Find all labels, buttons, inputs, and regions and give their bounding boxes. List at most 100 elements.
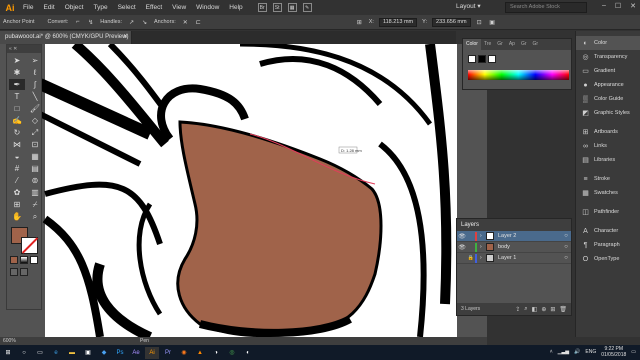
maximize-icon[interactable]: ☐ xyxy=(615,2,621,10)
black-chip[interactable] xyxy=(478,55,486,63)
language-indicator[interactable]: ENG xyxy=(585,349,596,355)
store-icon[interactable]: ▣ xyxy=(81,347,95,359)
menu-type[interactable]: Type xyxy=(88,0,112,15)
menu-object[interactable]: Object xyxy=(60,0,89,15)
none-chip[interactable] xyxy=(468,55,476,63)
dock-color-guide[interactable]: ▒ Color Guide xyxy=(576,92,640,106)
draw-normal-icon[interactable] xyxy=(10,268,18,276)
symbol-sprayer-tool-icon[interactable]: ✿ xyxy=(9,187,25,198)
isolate-icon[interactable]: ▣ xyxy=(488,18,497,27)
chrome-icon[interactable]: ◎ xyxy=(225,347,239,359)
network-icon[interactable]: ▁▃▅ xyxy=(558,349,570,355)
screen-mode-icon[interactable] xyxy=(20,268,28,276)
dock-opentype[interactable]: O OpenType xyxy=(576,252,640,266)
dock-paragraph[interactable]: ¶ Paragraph xyxy=(576,238,640,252)
delete-layer-icon[interactable]: 🗑 xyxy=(559,306,567,313)
layer-name[interactable]: body xyxy=(498,244,561,250)
hide-handles-icon[interactable]: ↘ xyxy=(140,18,149,27)
convert-corner-icon[interactable]: ⌐ xyxy=(73,18,82,27)
after-effects-icon[interactable]: Ae xyxy=(129,347,143,359)
rotate-tool-icon[interactable]: ↻ xyxy=(9,127,25,138)
lasso-tool-icon[interactable]: ℓ xyxy=(27,67,43,78)
windows-start-icon[interactable]: ⊞ xyxy=(1,347,15,359)
color-spectrum[interactable] xyxy=(468,70,569,80)
line-tool-icon[interactable]: ╲ xyxy=(27,91,43,102)
tab-transparency[interactable]: Tre xyxy=(481,39,494,50)
menu-effect[interactable]: Effect xyxy=(141,0,168,15)
dock-pathfinder[interactable]: ◫ Pathfinder xyxy=(576,205,640,219)
volume-icon[interactable]: 🔊 xyxy=(574,349,580,355)
layer-row[interactable]: 👁 › body ○ xyxy=(457,242,571,253)
gradient-mode-button[interactable] xyxy=(20,256,28,264)
workspace-switcher[interactable]: Layout ▾ xyxy=(456,2,481,10)
transform-icon[interactable]: ⊡ xyxy=(475,18,484,27)
brush-icon[interactable]: ✎ xyxy=(302,3,312,12)
menu-edit[interactable]: Edit xyxy=(38,0,59,15)
file-explorer-icon[interactable]: ▬ xyxy=(65,347,79,359)
hand-tool-icon[interactable]: ✋ xyxy=(9,211,25,222)
type-tool-icon[interactable]: T xyxy=(9,91,25,102)
zoom-level[interactable]: 600% xyxy=(0,338,30,344)
artboard-tool-icon[interactable]: ⊞ xyxy=(9,199,25,210)
target-icon[interactable]: ○ xyxy=(561,233,571,239)
graph-tool-icon[interactable]: ▥ xyxy=(27,187,43,198)
dock-character[interactable]: A Character xyxy=(576,224,640,238)
tab-graphic-styles[interactable]: Gr xyxy=(518,39,530,50)
visibility-eye-icon[interactable]: 👁 xyxy=(457,244,467,251)
export-icon[interactable]: ⇪ xyxy=(515,306,520,313)
zoom-tool-icon[interactable]: ⌕ xyxy=(27,211,43,222)
media-icon[interactable]: ◑ xyxy=(209,347,223,359)
illustrator-taskbar-icon[interactable]: Ai xyxy=(145,346,159,359)
cut-path-icon[interactable]: ⊏ xyxy=(194,18,203,27)
layer-row[interactable]: 👁 › Layer 2 ○ xyxy=(457,231,571,242)
remove-anchor-icon[interactable]: ✕ xyxy=(181,18,190,27)
fill-stroke-widget[interactable] xyxy=(7,226,41,254)
layers-panel-title[interactable]: Layers xyxy=(457,219,571,231)
rectangle-tool-icon[interactable]: □ xyxy=(9,103,25,114)
paintbrush-tool-icon[interactable]: 🖌 xyxy=(27,103,43,114)
edge-icon[interactable]: e xyxy=(49,347,63,359)
close-icon[interactable]: ✕ xyxy=(630,2,636,10)
document-tab[interactable]: pubawooot.ai* @ 600% (CMYK/GPU Preview) … xyxy=(0,31,132,44)
tools-header[interactable]: « ✕ xyxy=(7,45,41,53)
white-chip[interactable] xyxy=(488,55,496,63)
dock-stroke[interactable]: ≡ Stroke xyxy=(576,172,640,186)
visibility-eye-icon[interactable]: 👁 xyxy=(457,233,467,240)
notifications-icon[interactable]: ▭ xyxy=(631,349,636,355)
dock-swatches[interactable]: ▦ Swatches xyxy=(576,186,640,200)
menu-window[interactable]: Window xyxy=(191,0,224,15)
dock-libraries[interactable]: ▤ Libraries xyxy=(576,153,640,167)
tab-color[interactable]: Color xyxy=(463,39,481,50)
eraser-tool-icon[interactable]: ◇ xyxy=(27,115,43,126)
task-view-icon[interactable]: ▭ xyxy=(33,347,47,359)
color-mode-button[interactable] xyxy=(10,256,18,264)
pen-tool-icon[interactable]: ✒ xyxy=(9,79,25,90)
width-tool-icon[interactable]: ⋈ xyxy=(9,139,25,150)
layer-row[interactable]: 🔒 › Layer 1 ○ xyxy=(457,253,571,264)
show-handles-icon[interactable]: ↗ xyxy=(127,18,136,27)
canvas[interactable]: D: 1.28 mm xyxy=(0,44,487,337)
firefox-icon[interactable]: ◉ xyxy=(177,347,191,359)
free-transform-tool-icon[interactable]: ⊡ xyxy=(27,139,43,150)
arrange-icon[interactable]: ▦ xyxy=(287,3,297,12)
selection-tool-icon[interactable]: ➤ xyxy=(9,55,25,66)
tab-gradient[interactable]: Gr xyxy=(494,39,506,50)
vlc-icon[interactable]: ▲ xyxy=(193,347,207,359)
shaper-tool-icon[interactable]: ✍ xyxy=(9,115,25,126)
menu-help[interactable]: Help xyxy=(224,0,247,15)
bridge-icon[interactable]: Br xyxy=(257,3,267,12)
dropbox-icon[interactable]: ◆ xyxy=(97,347,111,359)
dock-graphic-styles[interactable]: ◩ Graphic Styles xyxy=(576,106,640,120)
menu-select[interactable]: Select xyxy=(113,0,141,15)
mesh-tool-icon[interactable]: # xyxy=(9,163,25,174)
target-icon[interactable]: ○ xyxy=(561,255,571,261)
clipping-mask-icon[interactable]: ◧ xyxy=(532,306,538,313)
menu-view[interactable]: View xyxy=(167,0,191,15)
close-tab-icon[interactable]: ✕ xyxy=(123,31,128,44)
x-coordinate-field[interactable]: 118.213 mm xyxy=(378,17,418,27)
gradient-tool-icon[interactable]: ▤ xyxy=(27,163,43,174)
stock-icon[interactable]: St xyxy=(272,3,282,12)
layer-name[interactable]: Layer 2 xyxy=(498,233,561,239)
dock-appearance[interactable]: ● Appearance xyxy=(576,78,640,92)
target-icon[interactable]: ○ xyxy=(561,244,571,250)
